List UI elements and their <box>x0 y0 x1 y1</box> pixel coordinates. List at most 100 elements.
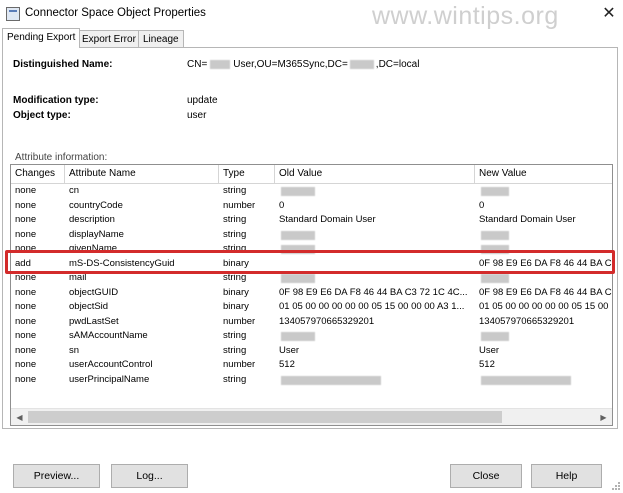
redacted-block <box>281 274 315 283</box>
table-row[interactable]: none description string Standard Domain Use… <box>11 213 612 228</box>
cell-changes: none <box>15 228 37 240</box>
tab-pending-export[interactable]: Pending Export <box>2 28 81 48</box>
cell-attribute-name: objectSid <box>69 301 109 312</box>
cell-changes: none <box>15 185 37 196</box>
cell-attribute-name: objectGUID <box>69 286 119 298</box>
grid-header: Changes Attribute Name Type Old Value Ne… <box>11 165 612 184</box>
watermark: www.wintips.org <box>372 2 559 30</box>
column-header-changes[interactable]: Changes <box>11 165 65 183</box>
attribute-grid[interactable]: Changes Attribute Name Type Old Value Ne… <box>10 164 613 426</box>
cell-new-value: Standard Domain User <box>479 214 576 225</box>
cell-changes: none <box>15 199 37 211</box>
app-window-icon <box>6 7 20 21</box>
dn-suffix: ,DC=local <box>375 59 420 70</box>
modification-type-label: Modification type: <box>13 95 99 106</box>
redacted-block <box>481 375 571 385</box>
column-header-type[interactable]: Type <box>219 165 275 183</box>
table-row[interactable]: none pwdLastSet number 134057970665329201 13… <box>11 315 612 330</box>
scrollbar-thumb[interactable] <box>28 411 502 423</box>
cell-type: string <box>223 330 247 341</box>
cell-attribute-name: displayName <box>69 228 124 240</box>
cell-type: binary <box>223 301 249 312</box>
table-row[interactable]: none cn string <box>11 184 612 199</box>
cell-old-value: 01 05 00 00 00 00 00 05 15 00 00 00 A3 1… <box>279 301 465 312</box>
title-bar: Connector Space Object Properties www.wi… <box>0 0 623 30</box>
cell-old-value: Standard Domain User <box>279 214 376 225</box>
close-button[interactable]: Close <box>450 464 522 488</box>
dn-mid: User,OU=M365Sync,DC= <box>233 59 348 70</box>
cell-attribute-name: sn <box>69 344 80 356</box>
cell-changes: none <box>15 344 37 356</box>
redacted-block <box>210 59 231 69</box>
table-row[interactable]: none displayName string <box>11 228 612 243</box>
table-row[interactable]: none objectSid binary 01 05 00 00 00 00 00 … <box>11 300 612 315</box>
cell-changes: none <box>15 214 37 225</box>
modification-type-value: update <box>187 95 218 106</box>
redacted-block <box>481 230 509 240</box>
column-header-old-value[interactable]: Old Value <box>275 165 475 183</box>
cell-type: string <box>223 228 247 240</box>
cell-attribute-name: pwdLastSet <box>69 315 119 327</box>
cell-type: string <box>223 344 247 356</box>
dn-label: Distinguished Name: <box>13 59 113 70</box>
cell-old-value: 0 <box>279 199 285 211</box>
cell-type: binary <box>223 286 249 298</box>
scroll-right-icon[interactable]: ▶ <box>595 409 612 425</box>
redacted-block <box>281 332 315 341</box>
horizontal-scrollbar[interactable]: ◀ ▶ <box>11 408 612 425</box>
cell-new-value: 01 05 00 00 00 00 00 05 15 00 <box>479 301 609 312</box>
resize-grip-icon[interactable] <box>611 481 621 491</box>
log-button[interactable]: Log... <box>111 464 188 488</box>
cell-new-value: 512 <box>479 359 495 370</box>
close-window-button[interactable]: ✕ <box>599 4 619 24</box>
cell-attribute-name: cn <box>69 185 80 196</box>
cell-type: string <box>223 373 247 385</box>
redacted-block <box>281 375 381 385</box>
redacted-block <box>481 274 509 283</box>
cell-changes: none <box>15 330 37 341</box>
redacted-block <box>349 59 374 69</box>
table-row[interactable]: none objectGUID binary 0F 98 E9 E6 DA F8 46… <box>11 286 612 301</box>
attribute-information-label: Attribute information: <box>15 152 108 163</box>
table-row[interactable]: none countryCode number 0 0 <box>11 199 612 214</box>
object-type-label: Object type: <box>13 110 71 121</box>
cell-type: string <box>223 214 247 225</box>
table-row[interactable]: none sAMAccountName string <box>11 329 612 344</box>
table-row[interactable]: none sn string User User <box>11 344 612 359</box>
cell-type: string <box>223 185 247 196</box>
dn-value: CN= User,OU=M365Sync,DC= ,DC=local <box>187 59 419 70</box>
help-button[interactable]: Help <box>531 464 602 488</box>
redacted-block <box>481 332 509 341</box>
object-type-value: user <box>187 110 207 121</box>
cell-type: number <box>223 359 256 370</box>
cell-attribute-name: countryCode <box>69 199 123 211</box>
column-header-attribute-name[interactable]: Attribute Name <box>65 165 219 183</box>
cell-new-value: 134057970665329201 <box>479 315 575 327</box>
cell-old-value: 0F 98 E9 E6 DA F8 46 44 BA C3 72 1C 4C..… <box>279 286 468 298</box>
redacted-block <box>281 230 315 240</box>
tab-export-error[interactable]: Export Error <box>77 30 141 47</box>
cell-changes: none <box>15 359 37 370</box>
cell-attribute-name: userAccountControl <box>69 359 153 370</box>
window-title: Connector Space Object Properties <box>25 7 206 19</box>
cell-new-value: User <box>479 344 500 356</box>
cell-changes: none <box>15 301 37 312</box>
redacted-block <box>481 187 509 196</box>
cell-changes: none <box>15 373 37 385</box>
scroll-left-icon[interactable]: ◀ <box>11 409 28 425</box>
cell-old-value: 134057970665329201 <box>279 315 375 327</box>
cell-new-value: 0F 98 E9 E6 DA F8 46 44 BA C <box>479 286 612 298</box>
highlight-box <box>5 250 615 274</box>
cell-old-value: User <box>279 344 300 356</box>
table-row[interactable]: none userPrincipalName string <box>11 373 612 388</box>
cell-attribute-name: sAMAccountName <box>69 330 148 341</box>
cell-type: number <box>223 199 256 211</box>
table-row[interactable]: none userAccountControl number 512 512 <box>11 358 612 373</box>
dn-prefix: CN= <box>187 59 208 70</box>
preview-button[interactable]: Preview... <box>13 464 100 488</box>
tab-lineage[interactable]: Lineage <box>138 30 184 47</box>
redacted-block <box>281 187 315 196</box>
cell-old-value: 512 <box>279 359 295 370</box>
cell-attribute-name: description <box>69 214 115 225</box>
column-header-new-value[interactable]: New Value <box>475 165 612 183</box>
